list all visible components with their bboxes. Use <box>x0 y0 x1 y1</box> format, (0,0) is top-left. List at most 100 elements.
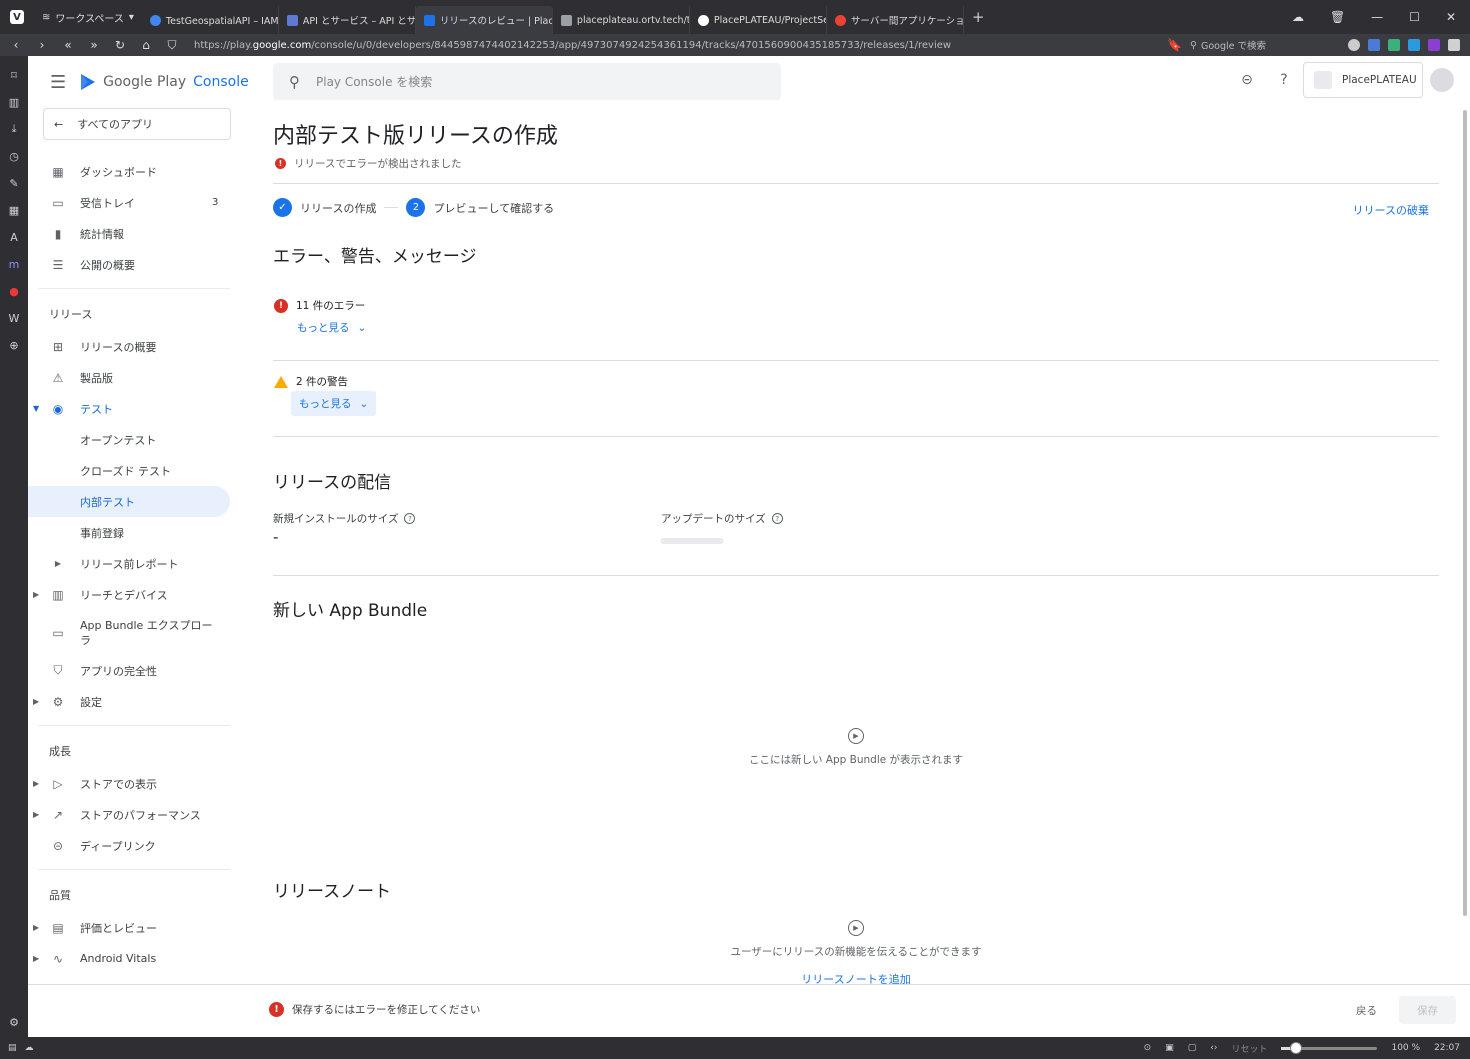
sidebar-item-label: ストアのパフォーマンス <box>80 808 201 822</box>
browser-tab[interactable]: placeplateau.ortv.tech/toke <box>553 6 690 34</box>
sidebar-item-app-integrity[interactable]: ⛉ アプリの完全性 <box>28 655 258 686</box>
code-icon[interactable]: ‹› <box>1210 1043 1217 1053</box>
notes-icon[interactable]: ✎ <box>7 176 21 190</box>
step-create-release[interactable]: リリースの作成 <box>300 200 376 216</box>
update-size-label: アップデートのサイズ ? <box>661 511 783 526</box>
save-button[interactable]: 保存 <box>1399 996 1456 1024</box>
step-preview-confirm: プレビューして確認する <box>433 201 555 215</box>
page-scrollbar[interactable] <box>1463 110 1467 916</box>
release-error-banner: ! リリースでエラーが検出されました <box>275 156 461 171</box>
calendar-icon[interactable]: ▦ <box>7 203 21 217</box>
workspace-selector[interactable]: ≋ ワークスペース ▾ <box>34 0 142 34</box>
sidebar-item-label: クローズド テスト <box>80 464 171 478</box>
maximize-icon[interactable]: ☐ <box>1409 10 1420 24</box>
extension-icon[interactable] <box>1448 39 1460 51</box>
sidebar-item-production[interactable]: ⚠ 製品版 <box>28 362 258 393</box>
browser-tab-bar: V ≋ ワークスペース ▾ TestGeospatialAPI – IAM と管… <box>0 0 1470 34</box>
extension-icon[interactable] <box>1368 39 1380 51</box>
sidebar-item-store-performance[interactable]: ▶ ↗ ストアのパフォーマンス <box>28 799 258 830</box>
sidebar-item-dashboard[interactable]: ▦ ダッシュボード <box>28 156 258 187</box>
check-icon: ✓ <box>273 198 292 217</box>
browser-search-field[interactable]: ⚲ Google で検索 <box>1190 37 1340 53</box>
sidebar-item-closed-testing[interactable]: クローズド テスト <box>28 455 258 486</box>
screenshot-icon[interactable]: ⊙ <box>1144 1043 1152 1053</box>
sidebar-item-testing[interactable]: ▼ ◉ テスト <box>28 393 258 424</box>
errors-show-more-button[interactable]: もっと見る ⌄ <box>297 320 366 335</box>
sidebar-item-ratings-reviews[interactable]: ▶ ▤ 評価とレビュー <box>28 912 258 943</box>
sidebar-item-bundle-explorer[interactable]: ▭ App Bundle エクスプローラ <box>28 610 258 655</box>
sidebar-item-settings[interactable]: ▶ ⚙ 設定 <box>28 686 258 717</box>
reload-icon[interactable]: ↻ <box>112 38 128 52</box>
bookmark-icon[interactable]: 🔖 <box>1167 38 1182 52</box>
vitals-icon: ∿ <box>52 951 64 966</box>
panel-toggle-icon[interactable]: ▤ <box>0 1043 25 1053</box>
cloud-icon[interactable]: ☁ <box>1292 10 1304 24</box>
minimize-icon[interactable]: — <box>1371 10 1383 24</box>
browser-tab[interactable]: サーバー間アプリケーションに OA <box>827 6 964 34</box>
mastodon-icon[interactable]: m <box>7 257 21 271</box>
sync-cloud-icon[interactable]: ☁ <box>25 1043 34 1053</box>
zoom-slider-knob[interactable] <box>1289 1041 1302 1054</box>
help-icon[interactable]: ? <box>771 513 783 524</box>
settings-icon[interactable]: ⚙ <box>7 1015 21 1029</box>
sidebar-item-release-overview[interactable]: ⊞ リリースの概要 <box>28 331 258 362</box>
sidebar-item-reach-devices[interactable]: ▶ ▥ リーチとデバイス <box>28 579 258 610</box>
profile-avatar[interactable] <box>1348 39 1360 51</box>
trash-icon[interactable]: 🗑 <box>1330 10 1345 24</box>
back-button[interactable]: 戻る <box>1356 1003 1377 1018</box>
home-icon[interactable]: ⌂ <box>138 38 154 52</box>
wikipedia-icon[interactable]: W <box>7 311 21 325</box>
bundle-icon: ▭ <box>52 625 64 640</box>
back-icon[interactable]: ‹ <box>8 38 24 52</box>
caret-right-icon: ▶ <box>33 590 40 599</box>
url-field[interactable]: https://play.google.com/console/u/0/deve… <box>188 40 1167 51</box>
downloads-icon[interactable]: ⤓ <box>7 122 21 136</box>
bookmarks-panel-icon[interactable]: ⌑ <box>7 68 21 82</box>
warnings-show-more-button[interactable]: もっと見る ⌄ <box>291 391 377 416</box>
fast-forward-icon[interactable]: » <box>86 38 102 52</box>
vivaldi-menu-icon[interactable]: V <box>0 0 34 34</box>
sidebar-item-store-presence[interactable]: ▶ ▷ ストアでの表示 <box>28 768 258 799</box>
menu-icon[interactable]: ☰ <box>50 72 66 93</box>
history-icon[interactable]: ◷ <box>7 149 21 163</box>
new-tab-button[interactable]: + <box>964 8 993 26</box>
sidebar-item-pre-registration[interactable]: 事前登録 <box>28 517 258 548</box>
extension-icon[interactable] <box>1388 39 1400 51</box>
translate-icon[interactable]: A <box>7 230 21 244</box>
sidebar-item-stats[interactable]: ▮ 統計情報 <box>28 218 258 249</box>
help-icon[interactable]: ? <box>404 513 416 524</box>
add-panel-icon[interactable]: ⊕ <box>7 338 21 352</box>
shield-icon[interactable]: ⛉ <box>164 38 180 53</box>
zoom-reset-button[interactable]: リセット <box>1231 1042 1267 1055</box>
forward-icon[interactable]: › <box>34 38 50 52</box>
reading-list-icon[interactable]: ▥ <box>7 95 21 109</box>
github-favicon-icon <box>697 14 709 26</box>
image-icon[interactable]: ▣ <box>1165 1043 1174 1053</box>
tiling-icon[interactable]: ▢ <box>1188 1043 1197 1053</box>
zoom-slider[interactable] <box>1281 1041 1378 1054</box>
tab-label: PlacePLATEAU/ProjectSettin <box>713 14 826 26</box>
discard-release-link[interactable]: リリースの破棄 <box>1353 202 1429 218</box>
sidebar-item-internal-testing[interactable]: 内部テスト <box>28 486 230 517</box>
browser-tab[interactable]: TestGeospatialAPI – IAM と管 <box>142 6 279 34</box>
sidebar-item-android-vitals[interactable]: ▶ ∿ Android Vitals <box>28 943 258 974</box>
play-console-logo[interactable]: Google Play Console <box>80 73 249 91</box>
sidebar-item-publishing-overview[interactable]: ☰ 公開の概要 <box>28 249 258 280</box>
tab-label: placeplateau.ortv.tech/toke <box>576 14 689 26</box>
vivaldi-icon[interactable]: ● <box>7 284 21 298</box>
close-icon[interactable]: ✕ <box>1446 10 1456 24</box>
sidebar-section-quality: 品質 <box>49 889 71 902</box>
extension-icon[interactable] <box>1408 39 1420 51</box>
sidebar-item-inbox[interactable]: ▭ 受信トレイ 3 <box>28 187 258 218</box>
browser-tab[interactable]: API とサービス – API とサービス <box>279 6 416 34</box>
tab-favicon <box>286 14 298 26</box>
sidebar-item-deep-links[interactable]: ⊝ ディープリンク <box>28 830 258 861</box>
extension-icon[interactable] <box>1428 39 1440 51</box>
rewind-icon[interactable]: « <box>60 38 76 52</box>
warnings-summary: 2 件の警告 <box>274 374 348 389</box>
sidebar-item-prelaunch-report[interactable]: ▶ リリース前レポート <box>28 548 258 579</box>
browser-tab[interactable]: PlacePLATEAU/ProjectSettin <box>690 6 827 34</box>
all-apps-button[interactable]: ← すべてのアプリ <box>43 108 231 140</box>
sidebar-item-open-testing[interactable]: オープンテスト <box>28 424 258 455</box>
browser-tab-active[interactable]: リリースのレビュー | PlacePLATE <box>415 6 553 34</box>
